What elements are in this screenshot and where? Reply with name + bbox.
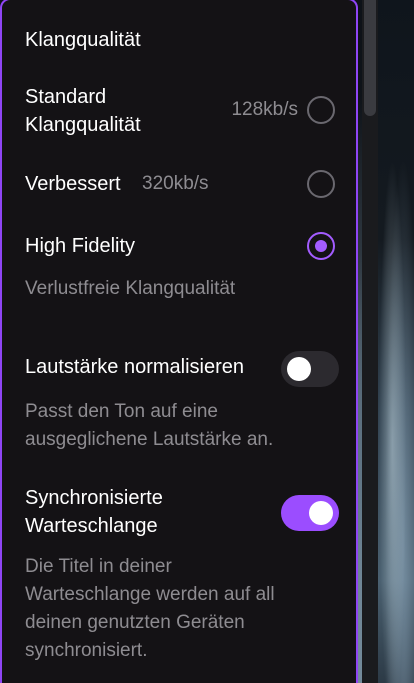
normalize-description-line2: ausgeglichene Lautstärke an. (25, 429, 274, 450)
standard-label-line1: Standard (25, 86, 107, 108)
panel-title: Klangqualität (25, 29, 141, 51)
sync-queue-description-line3: deinen genutzten Geräten (25, 612, 245, 633)
standard-radio[interactable] (307, 96, 335, 124)
sync-queue-description-line1: Die Titel in deiner (25, 556, 172, 577)
sound-quality-settings-panel: Klangqualität Standard Klangqualität 128… (0, 0, 358, 683)
radio-selected-dot (315, 240, 327, 252)
hifi-description: Verlustfreie Klangqualität (25, 278, 236, 299)
sync-queue-toggle[interactable] (281, 495, 339, 531)
enhanced-radio[interactable] (307, 170, 335, 198)
normalize-description-line1: Passt den Ton auf eine (25, 401, 218, 422)
toggle-knob (287, 357, 311, 381)
sync-queue-description-line4: synchronisiert. (25, 640, 148, 661)
standard-bitrate: 128kb/s (231, 99, 298, 120)
hifi-radio[interactable] (307, 232, 335, 260)
standard-label-line2: Klangqualität (25, 114, 141, 136)
hifi-label: High Fidelity (25, 235, 136, 257)
sync-queue-label-line1: Synchronisierte (25, 487, 163, 509)
background-photo (378, 0, 414, 683)
app-viewport: Klangqualität Standard Klangqualität 128… (0, 0, 414, 683)
sync-queue-description-line2: Warteschlange werden auf all (25, 584, 275, 605)
scrollbar-thumb[interactable] (364, 0, 376, 116)
enhanced-bitrate: 320kb/s (142, 173, 209, 194)
toggle-knob (309, 501, 333, 525)
sync-queue-label-line2: Warteschlange (25, 515, 158, 537)
enhanced-label: Verbessert (25, 173, 121, 195)
normalize-toggle[interactable] (281, 351, 339, 387)
normalize-label: Lautstärke normalisieren (25, 356, 244, 378)
